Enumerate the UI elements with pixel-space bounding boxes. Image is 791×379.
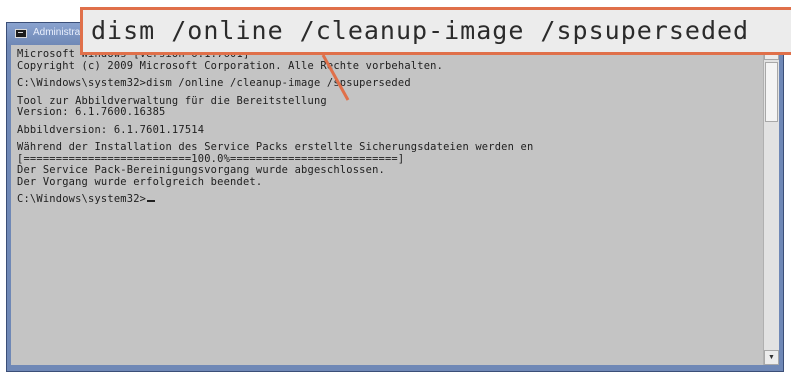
console-line: Der Vorgang wurde erfolgreich beendet.	[17, 175, 263, 188]
command-callout: dism /online /cleanup-image /spsupersede…	[80, 7, 791, 55]
console-line: Copyright (c) 2009 Microsoft Corporation…	[17, 59, 444, 72]
command-prompt[interactable]: C:\Windows\system32>	[17, 193, 763, 206]
scroll-thumb[interactable]	[765, 62, 778, 122]
console-line: C:\Windows\system32>dism /online /cleanu…	[17, 77, 411, 89]
console-line: Während der Installation des Service Pac…	[17, 141, 534, 153]
scroll-down-arrow-icon[interactable]: ▼	[764, 350, 779, 365]
console-line: Der Service Pack-Bereinigungsvorgang wur…	[17, 164, 385, 176]
vertical-scrollbar[interactable]: ▲ ▼	[763, 45, 779, 365]
console-icon	[15, 29, 27, 38]
console-window: Administrator: Eingabeaufforderung Micro…	[6, 22, 784, 372]
callout-command-text: dism /online /cleanup-image /spsupersede…	[91, 16, 750, 45]
console-output[interactable]: Microsoft Windows [Version 6.1.7601] Cop…	[11, 45, 763, 365]
prompt-text: C:\Windows\system32>	[17, 193, 147, 205]
text-cursor	[147, 200, 156, 202]
console-line: Abbildversion: 6.1.7601.17514	[17, 123, 205, 136]
console-line: Version: 6.1.7600.16385	[17, 106, 166, 118]
